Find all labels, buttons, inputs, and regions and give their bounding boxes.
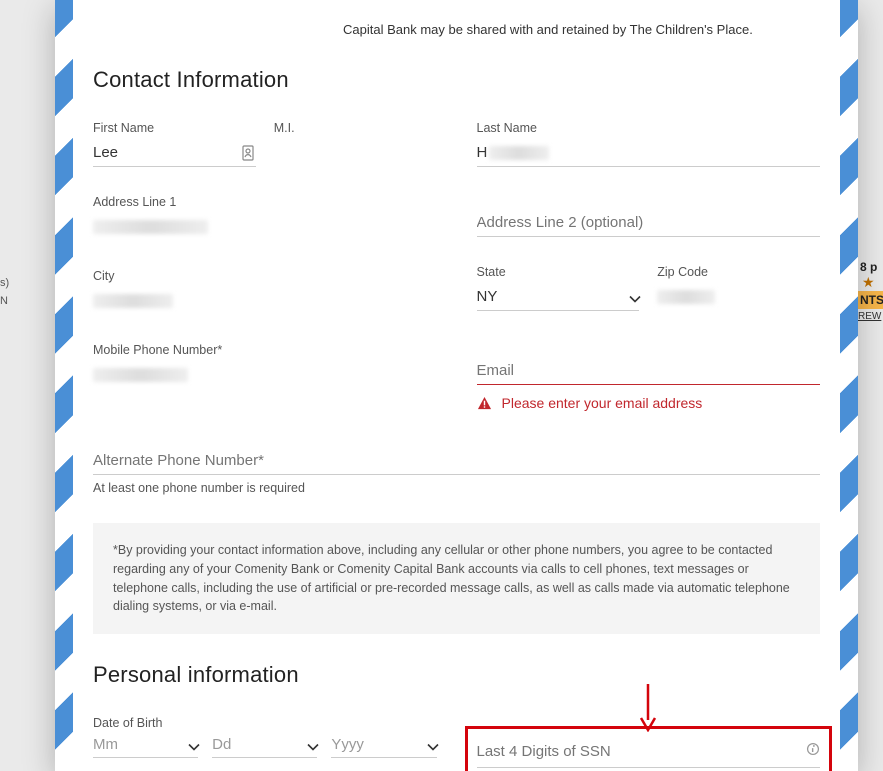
background-peek-left: s) N xyxy=(0,277,20,307)
consent-disclosure: *By providing your contact information a… xyxy=(93,523,820,634)
alt-phone-hint: At least one phone number is required xyxy=(93,481,820,495)
background-peek-right: 8 p ★ NTS REW xyxy=(858,260,883,370)
mi-input[interactable] xyxy=(274,141,437,165)
last-name-redacted xyxy=(489,146,549,160)
star-icon: ★ xyxy=(862,274,883,291)
chevron-down-icon xyxy=(188,740,198,750)
mobile-redacted xyxy=(93,368,188,382)
dob-month-placeholder: Mm xyxy=(93,736,118,753)
dob-day-placeholder: Dd xyxy=(212,736,231,753)
warning-icon xyxy=(477,396,492,411)
first-name-input[interactable] xyxy=(93,141,240,165)
info-icon[interactable] xyxy=(806,742,820,761)
last-name-label: Last Name xyxy=(477,121,821,135)
dob-day-select[interactable]: Dd xyxy=(212,736,317,758)
top-disclosure-text: Capital Bank may be shared with and reta… xyxy=(343,22,820,37)
ssn-input[interactable] xyxy=(477,743,807,760)
bg-rew: REW xyxy=(858,311,881,322)
bg-nts: NTS xyxy=(860,293,883,307)
state-label: State xyxy=(477,265,640,279)
city-label: City xyxy=(93,269,437,283)
zip-label: Zip Code xyxy=(657,265,820,279)
address2-input[interactable] xyxy=(477,211,821,235)
chevron-down-icon xyxy=(629,292,639,302)
personal-information-heading: Personal information xyxy=(93,662,820,688)
dob-label: Date of Birth xyxy=(93,716,437,730)
city-redacted xyxy=(93,294,173,308)
first-name-label: First Name xyxy=(93,121,256,135)
airmail-stripe-left xyxy=(55,0,73,771)
dob-month-select[interactable]: Mm xyxy=(93,736,198,758)
contact-information-heading: Contact Information xyxy=(93,67,820,93)
dob-year-select[interactable]: Yyyy xyxy=(331,736,436,758)
last-name-initial: H xyxy=(477,144,488,161)
address1-label: Address Line 1 xyxy=(93,195,437,209)
address1-redacted xyxy=(93,220,208,234)
alt-phone-input[interactable] xyxy=(93,449,820,473)
mi-label: M.I. xyxy=(274,121,437,135)
chevron-down-icon xyxy=(307,740,317,750)
email-error-text: Please enter your email address xyxy=(502,395,703,411)
annotation-arrow xyxy=(638,682,658,737)
application-modal: Capital Bank may be shared with and reta… xyxy=(55,0,858,771)
email-error: Please enter your email address xyxy=(477,395,821,411)
state-select[interactable]: NY xyxy=(477,285,640,311)
email-input[interactable] xyxy=(477,359,821,383)
zip-redacted xyxy=(657,290,715,304)
dob-year-placeholder: Yyyy xyxy=(331,736,364,753)
bg-points: 8 p xyxy=(860,260,877,274)
state-value: NY xyxy=(477,288,498,305)
chevron-down-icon xyxy=(427,740,437,750)
airmail-stripe-right xyxy=(840,0,858,771)
contacts-icon[interactable] xyxy=(240,144,256,162)
mobile-label: Mobile Phone Number* xyxy=(93,343,437,357)
